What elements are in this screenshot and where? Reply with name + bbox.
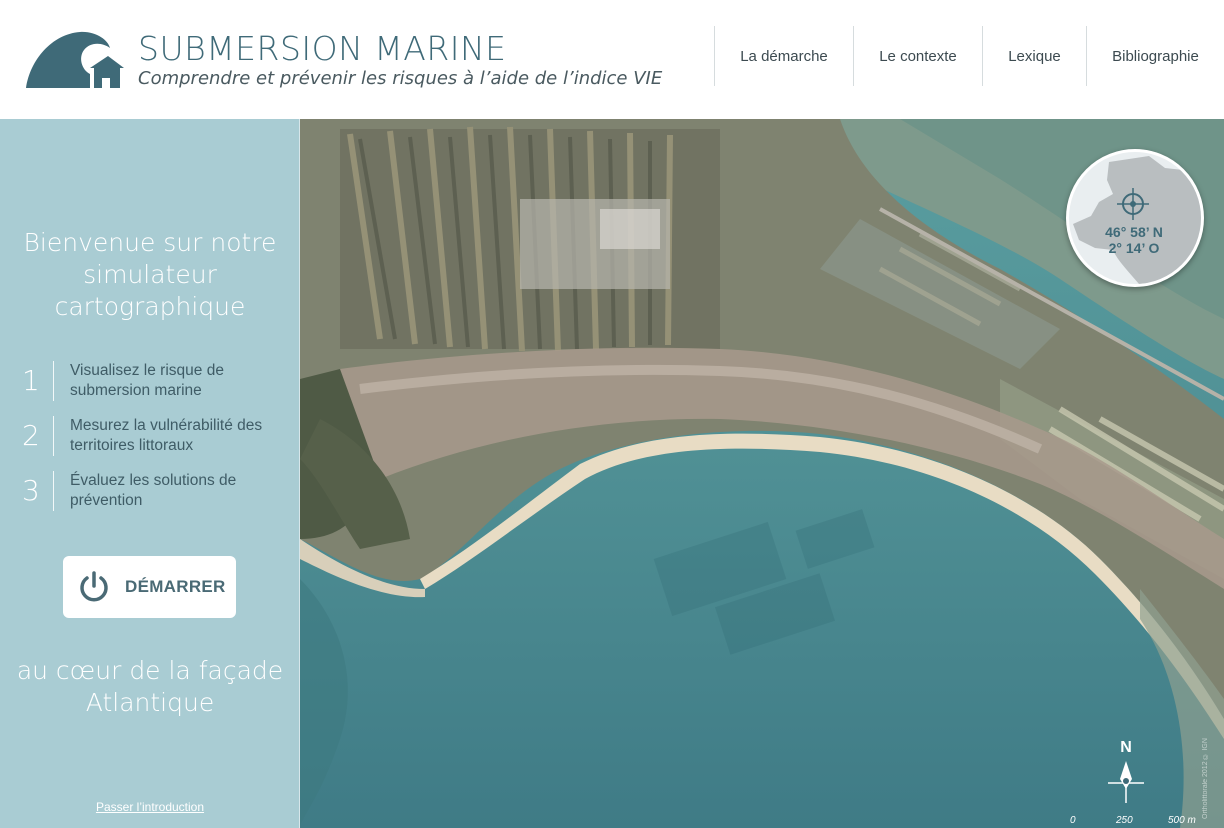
- power-icon: [77, 570, 111, 604]
- nav-le-contexte[interactable]: Le contexte: [853, 26, 982, 86]
- step-divider: [53, 416, 54, 456]
- step-number: 2: [22, 419, 40, 452]
- map-credits: Ortholittorale 2012 © IGN: [1202, 738, 1209, 819]
- steps-list: 1 Visualisez le risque de submersion mar…: [20, 361, 290, 526]
- main-nav: La démarche Le contexte Lexique Bibliogr…: [714, 26, 1224, 86]
- step-text: Mesurez la vulnérabilité des territoires…: [70, 417, 263, 454]
- north-label: N: [1120, 739, 1132, 756]
- step-item: 1 Visualisez le risque de submersion mar…: [20, 361, 290, 401]
- scale-bar: 0 250 500 m: [1066, 815, 1216, 828]
- scale-label-0: 0: [1070, 815, 1076, 826]
- longitude-readout: 2° 14’ O: [1108, 240, 1160, 256]
- nav-bibliographie[interactable]: Bibliographie: [1086, 26, 1224, 86]
- step-text: Visualisez le risque de submersion marin…: [70, 362, 224, 399]
- aerial-map[interactable]: 46° 58’ N 2° 14’ O N 0 250 500 m Ortholi…: [300, 119, 1224, 828]
- intro-sidebar: Bienvenue sur notre simulateur cartograp…: [0, 119, 300, 828]
- wave-house-logo-icon[interactable]: [24, 30, 124, 90]
- skip-intro-link[interactable]: Passer l’introduction: [0, 800, 300, 814]
- welcome-heading: Bienvenue sur notre simulateur cartograp…: [23, 228, 277, 321]
- start-button[interactable]: DÉMARRER: [63, 556, 236, 618]
- nav-lexique[interactable]: Lexique: [982, 26, 1086, 86]
- site-title: SUBMERSION MARINE: [138, 29, 507, 68]
- site-header: SUBMERSION MARINE Comprendre et prévenir…: [0, 0, 1224, 119]
- scale-label-250: 250: [1116, 815, 1133, 826]
- step-text: Évaluez les solutions de prévention: [70, 472, 237, 509]
- step-number: 1: [22, 364, 40, 397]
- north-arrow-icon: N: [1104, 739, 1148, 807]
- scale-label-500: 500 m: [1168, 815, 1196, 826]
- step-number: 3: [22, 474, 40, 507]
- latitude-readout: 46° 58’ N: [1105, 224, 1163, 240]
- step-item: 3 Évaluez les solutions de prévention: [20, 471, 290, 511]
- step-divider: [53, 361, 54, 401]
- tagline: au cœur de la façade Atlantique: [16, 656, 284, 717]
- nav-la-demarche[interactable]: La démarche: [714, 26, 853, 86]
- location-inset: 46° 58’ N 2° 14’ O: [1066, 149, 1204, 287]
- step-item: 2 Mesurez la vulnérabilité des territoir…: [20, 416, 290, 456]
- start-button-label: DÉMARRER: [125, 577, 226, 596]
- step-divider: [53, 471, 54, 511]
- site-subtitle: Comprendre et prévenir les risques à l’a…: [138, 68, 663, 89]
